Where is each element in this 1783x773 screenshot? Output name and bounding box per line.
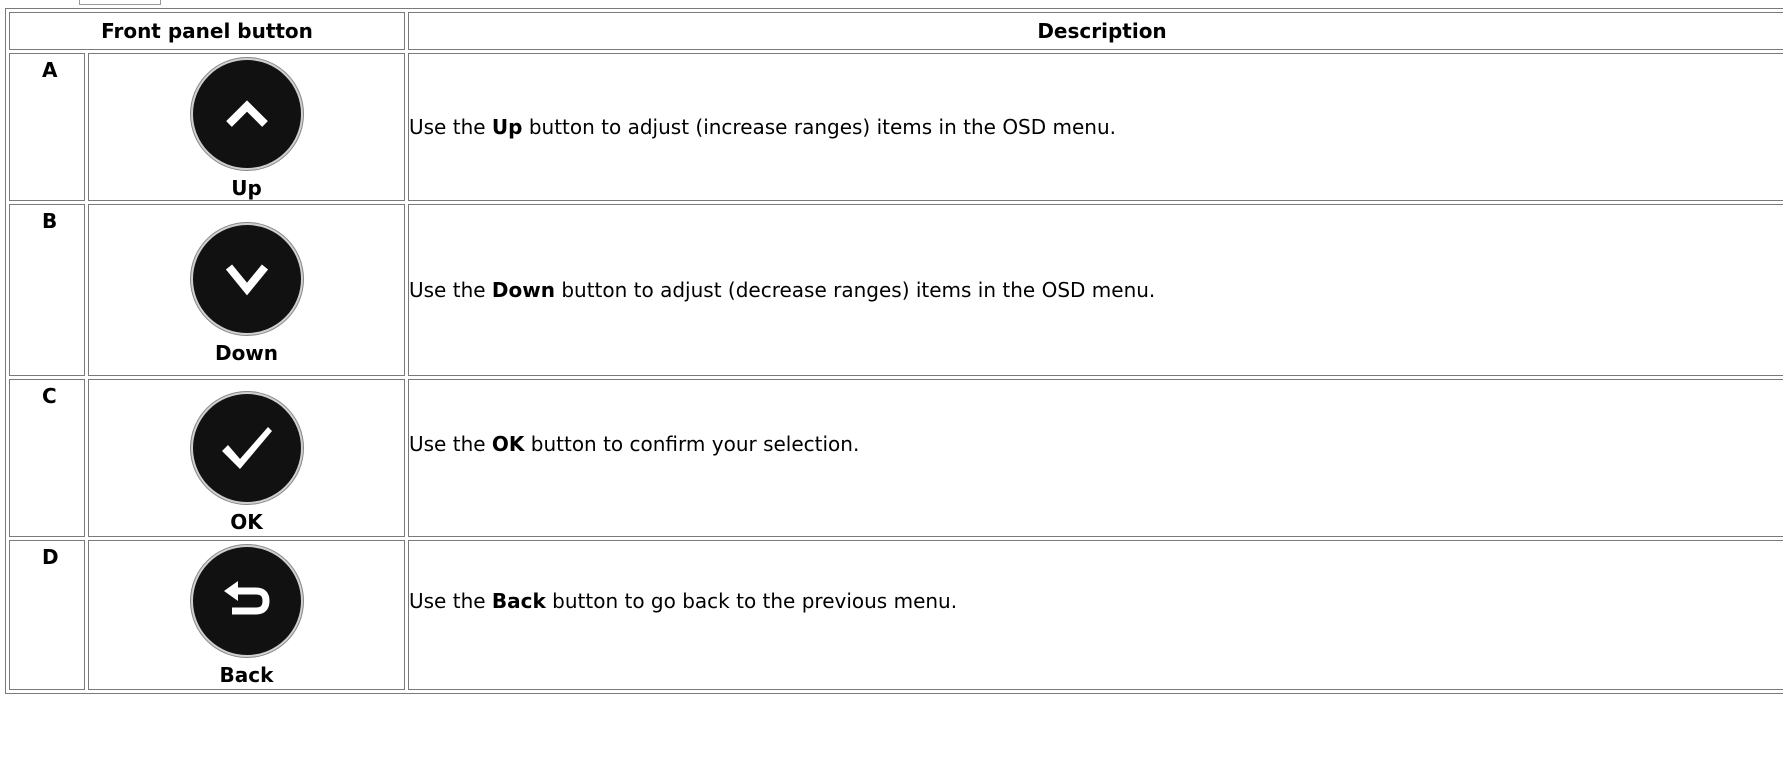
desc-text-before: Use the [409,278,492,302]
desc-text-after: button to adjust (decrease ranges) items… [554,278,1156,302]
header-front-panel-button: Front panel button [9,12,405,50]
top-tab-decoration [79,0,161,5]
chevron-up-icon [225,100,268,127]
button-cell-back: Back [88,540,405,690]
desc-text-bold: Up [491,115,523,139]
table-row: D Back Use the Back button to go back to… [9,540,1783,690]
down-button-graphic [190,223,303,335]
button-cell-down: Down [88,204,405,376]
table-header-row: Front panel button Description [9,12,1783,50]
desc-text-before: Use the [409,589,492,613]
desc-text-before: Use the [409,432,492,456]
desc-text-bold: OK [491,432,525,456]
front-panel-button-table: Front panel button Description A Up Use … [5,8,1783,694]
desc-text-after: button to adjust (increase ranges) items… [522,115,1117,139]
desc-text-before: Use the [409,115,492,139]
header-description: Description [408,12,1783,50]
table-row: A Up Use the Up button to adjust (increa… [9,53,1783,201]
button-label: Up [231,176,262,200]
button-label: OK [230,510,263,534]
ok-button-graphic [190,392,303,504]
description-cell: Use the Up button to adjust (increase ra… [408,53,1783,201]
button-cell-ok: OK [88,379,405,537]
desc-text-bold: Back [491,589,546,613]
desc-text-after: button to go back to the previous menu. [545,589,958,613]
desc-text-bold: Down [491,278,555,302]
up-button-graphic [190,58,303,170]
checkmark-icon [221,427,272,469]
row-letter: D [9,540,85,690]
description-cell: Use the OK button to confirm your select… [408,379,1783,537]
chevron-down-icon [225,264,268,296]
back-button-graphic [190,545,303,657]
button-label: Back [219,663,274,687]
row-letter: B [9,204,85,376]
description-cell: Use the Down button to adjust (decrease … [408,204,1783,376]
row-letter: A [9,53,85,201]
table-row: B Down Use the Down button to adjust (de… [9,204,1783,376]
row-letter: C [9,379,85,537]
desc-text-after: button to confirm your selection. [524,432,860,456]
button-label: Down [214,341,279,365]
back-arrow-icon [223,581,270,615]
button-cell-up: Up [88,53,405,201]
table-row: C OK Use the OK button to confirm your s… [9,379,1783,537]
description-cell: Use the Back button to go back to the pr… [408,540,1783,690]
